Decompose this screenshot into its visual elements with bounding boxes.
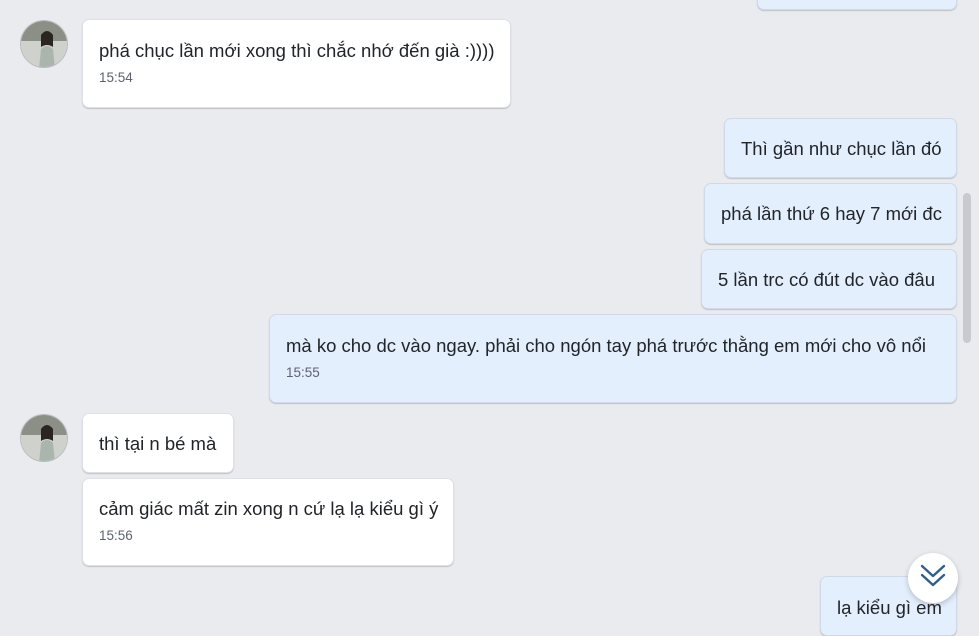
double-chevron-down-icon (919, 563, 947, 594)
message-bubble-outgoing[interactable]: 5 lần trc có đút dc vào đâu (701, 249, 957, 309)
message-text: mà ko cho dc vào ngay. phải cho ngón tay… (286, 335, 926, 356)
message-timestamp: 15:54 (99, 70, 133, 85)
message-timestamp: 15:56 (99, 528, 133, 543)
contact-avatar-icon[interactable] (20, 20, 68, 68)
message-bubble-outgoing[interactable]: phá lần thứ 6 hay 7 mới đc (704, 183, 957, 244)
contact-avatar-icon[interactable] (20, 414, 68, 462)
message-bubble-outgoing[interactable]: mà ko cho dc vào ngay. phải cho ngón tay… (269, 314, 957, 403)
message-bubble-outgoing[interactable] (757, 0, 957, 10)
message-text: phá lần thứ 6 hay 7 mới đc (721, 203, 942, 224)
message-text: cảm giác mất zin xong n cứ lạ lạ kiểu gì… (99, 498, 439, 519)
message-text: 5 lần trc có đút dc vào đâu (718, 269, 935, 290)
message-text: thì tại n bé mà (99, 433, 217, 454)
message-text: phá chục lần mới xong thì chắc nhớ đến g… (99, 40, 495, 61)
message-bubble-incoming[interactable]: cảm giác mất zin xong n cứ lạ lạ kiểu gì… (82, 478, 454, 566)
scrollbar-thumb[interactable] (963, 193, 971, 343)
message-bubble-incoming[interactable]: phá chục lần mới xong thì chắc nhớ đến g… (82, 19, 511, 108)
message-bubble-outgoing[interactable]: Thì gần như chục lần đó (724, 118, 957, 178)
message-bubble-incoming[interactable]: thì tại n bé mà (82, 413, 234, 473)
message-timestamp: 15:55 (286, 365, 320, 380)
message-text: Thì gần như chục lần đó (741, 138, 942, 159)
scroll-to-bottom-button[interactable] (908, 553, 958, 603)
